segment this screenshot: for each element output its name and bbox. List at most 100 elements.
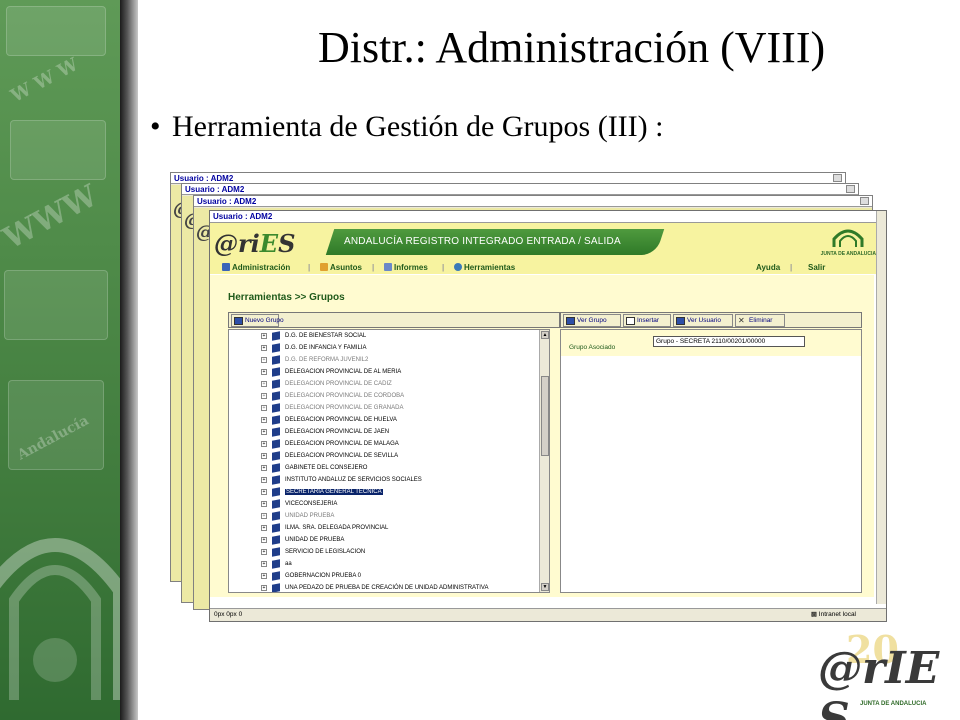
unit-book-icon — [272, 463, 280, 473]
footer-logo-subtitle: JUNTA DE ANDALUCIA — [860, 701, 927, 707]
tree-item[interactable]: + GOBERNACION PRUEBA 0 — [229, 570, 549, 582]
asuntos-icon — [320, 263, 328, 271]
expand-icon[interactable]: + — [261, 561, 267, 567]
tree-item[interactable]: + DELEGACION PROVINCIAL DE CADIZ — [229, 378, 549, 390]
unit-book-icon — [272, 487, 280, 497]
window-scrollbar[interactable] — [876, 211, 886, 604]
tree-item-label: GOBERNACION PRUEBA 0 — [285, 573, 362, 579]
unit-book-icon — [272, 343, 280, 353]
tree-item[interactable]: + INSTITUTO ANDALUZ DE SERVICIOS SOCIALES — [229, 474, 549, 486]
tree-item-label: DELEGACION PROVINCIAL DE AL MERIA — [285, 369, 402, 375]
expand-icon[interactable]: + — [261, 429, 267, 435]
expand-icon[interactable]: + — [261, 369, 267, 375]
tree-item[interactable]: + D.G. DE BIENESTAR SOCIAL — [229, 330, 549, 342]
tree-item[interactable]: + UNIDAD DE PRUEBA — [229, 534, 549, 546]
expand-icon[interactable]: + — [261, 417, 267, 423]
nuevo-grupo-button[interactable]: Nuevo Grupo — [231, 314, 284, 327]
menu-salir[interactable]: Salir — [808, 263, 825, 272]
tree-item[interactable]: + DELEGACION PROVINCIAL DE SEVILLA — [229, 450, 549, 462]
expand-icon[interactable]: + — [261, 513, 267, 519]
tree-item-label: GABINETE DEL CONSEJERO — [285, 465, 368, 471]
tree-item-label: INSTITUTO ANDALUZ DE SERVICIOS SOCIALES — [285, 477, 422, 483]
expand-icon[interactable]: + — [261, 345, 267, 351]
scroll-up-icon[interactable] — [833, 174, 842, 182]
slide-title: Distr.: Administración (VIII) — [318, 23, 826, 72]
tree-item-label: DELEGACION PROVINCIAL DE JAEN — [285, 429, 390, 435]
expand-icon[interactable]: + — [261, 465, 267, 471]
expand-icon[interactable]: + — [261, 525, 267, 531]
insertar-button[interactable]: Insertar — [623, 314, 671, 327]
grupo-asociado-field[interactable]: Grupo - SECRETA 2110/00201/00000 — [653, 336, 805, 347]
tree-item[interactable]: + VICECONSEJERIA — [229, 498, 549, 510]
expand-icon[interactable]: + — [261, 489, 267, 495]
tree-scrollbar[interactable]: ▲ ▼ — [539, 330, 549, 592]
status-bar: 0px 0px 0 ▩ Intranet local — [210, 608, 886, 621]
tree-item-label: SECRETARIA GENERAL TECNICA — [285, 489, 383, 495]
aries-logo: @riES — [214, 229, 296, 258]
expand-icon[interactable]: + — [261, 501, 267, 507]
tree-item[interactable]: + DELEGACION PROVINCIAL DE MALAGA — [229, 438, 549, 450]
junta-logo: JUNTA DE ANDALUCIA — [821, 227, 876, 257]
menu-administracion[interactable]: Administración — [222, 263, 290, 272]
menu-herramientas[interactable]: Herramientas — [454, 263, 515, 272]
tree-item[interactable]: + UNIDAD PRUEBA — [229, 510, 549, 522]
app-window: Usuario : ADM2 @riES ANDALUCÍA REGISTRO … — [209, 210, 887, 622]
menu-informes[interactable]: Informes — [384, 263, 428, 272]
tree-item[interactable]: + DELEGACION PROVINCIAL DE GRANADA — [229, 402, 549, 414]
footer-aries-logo: 20 @rIE S JUNTA DE ANDALUCIA — [818, 627, 948, 720]
expand-icon[interactable]: + — [261, 393, 267, 399]
tree-item[interactable]: + DELEGACION PROVINCIAL DE AL MERIA — [229, 366, 549, 378]
status-zone: ▩ Intranet local — [810, 611, 856, 618]
expand-icon[interactable]: + — [261, 381, 267, 387]
tree-item[interactable]: + SERVICIO DE LEGISLACION — [229, 546, 549, 558]
scroll-up-arrow-icon[interactable]: ▲ — [541, 331, 549, 339]
tree-item[interactable]: + DELEGACION PROVINCIAL DE CORDOBA — [229, 390, 549, 402]
menu-ayuda[interactable]: Ayuda — [756, 263, 780, 272]
tree-item[interactable]: + DELEGACION PROVINCIAL DE JAEN — [229, 426, 549, 438]
scroll-down-arrow-icon[interactable]: ▼ — [541, 583, 549, 591]
tree-item[interactable]: + aa — [229, 558, 549, 570]
tree-item[interactable]: + DELEGACION PROVINCIAL DE HUELVA — [229, 414, 549, 426]
expand-icon[interactable]: + — [261, 477, 267, 483]
unit-book-icon — [272, 535, 280, 545]
tree-item-label: UNA PEDAZO DE PRUEBA DE CREACIÓN DE UNID… — [285, 585, 489, 591]
expand-icon[interactable]: + — [261, 405, 267, 411]
ver-usuario-button[interactable]: Ver Usuario — [673, 314, 733, 327]
window-caption: Usuario : ADM2 — [182, 184, 858, 195]
expand-icon[interactable]: + — [261, 357, 267, 363]
herramientas-icon — [454, 263, 462, 271]
expand-icon[interactable]: + — [261, 573, 267, 579]
tree-item-label: VICECONSEJERIA — [285, 501, 338, 507]
expand-icon[interactable]: + — [261, 585, 267, 591]
unit-book-icon — [272, 559, 280, 569]
tree-item[interactable]: + D.G. DE INFANCIA Y FAMILIA — [229, 342, 549, 354]
tree-item[interactable]: + ILMA. SRA. DELEGADA PROVINCIAL — [229, 522, 549, 534]
expand-icon[interactable]: + — [261, 549, 267, 555]
expand-icon[interactable]: + — [261, 453, 267, 459]
unit-book-icon — [272, 331, 280, 341]
expand-icon[interactable]: + — [261, 537, 267, 543]
window-caption: Usuario : ADM2 — [194, 196, 872, 207]
window-caption: Usuario : ADM2 — [210, 211, 886, 223]
tree-item[interactable]: + SECRETARIA GENERAL TECNICA — [229, 486, 549, 498]
scroll-thumb[interactable] — [541, 376, 549, 456]
unit-book-icon — [272, 475, 280, 485]
unit-book-icon — [272, 571, 280, 581]
menu-asuntos[interactable]: Asuntos — [320, 263, 362, 272]
slide-bullet: • Herramienta de Gestión de Grupos (III) … — [150, 110, 664, 143]
ver-grupo-button[interactable]: Ver Grupo — [563, 314, 621, 327]
eliminar-button[interactable]: ✕ Eliminar — [735, 314, 785, 327]
scroll-up-icon[interactable] — [846, 185, 855, 193]
scroll-up-icon[interactable] — [860, 197, 869, 205]
tree-item[interactable]: + UNA PEDAZO DE PRUEBA DE CREACIÓN DE UNI… — [229, 582, 549, 592]
admin-icon — [222, 263, 230, 271]
expand-icon[interactable]: + — [261, 333, 267, 339]
tree-item[interactable]: + GABINETE DEL CONSEJERO — [229, 462, 549, 474]
expand-icon[interactable]: + — [261, 441, 267, 447]
unit-book-icon — [272, 523, 280, 533]
tree-item[interactable]: + D.G. DE REFORMA JUVENIL2 — [229, 354, 549, 366]
banner-text: ANDALUCÍA REGISTRO INTEGRADO ENTRADA / S… — [344, 236, 621, 247]
status-text: 0px 0px 0 — [214, 611, 243, 618]
unit-book-icon — [272, 547, 280, 557]
tree-item-label: SERVICIO DE LEGISLACION — [285, 549, 366, 555]
